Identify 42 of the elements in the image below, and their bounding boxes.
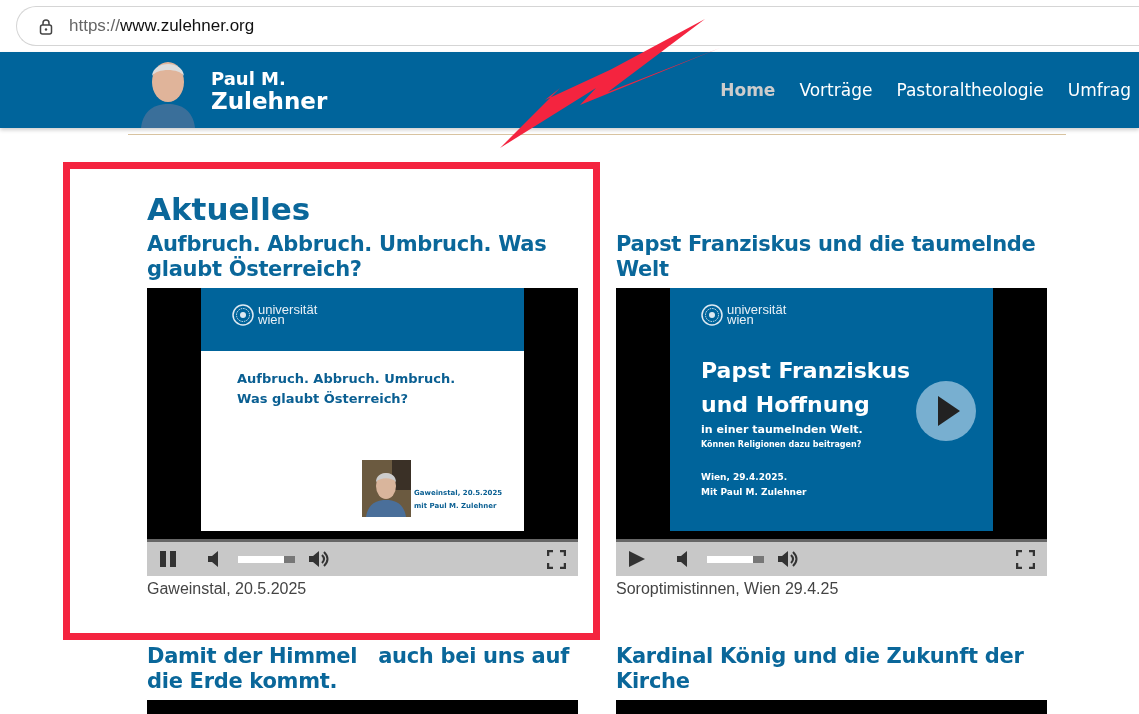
volume-slider[interactable] bbox=[707, 555, 764, 563]
fullscreen-icon[interactable] bbox=[1016, 549, 1035, 569]
brand-text: universität bbox=[258, 305, 318, 315]
video-caption: Gaweinstal, 20.5.2025 bbox=[147, 580, 308, 598]
post-title[interactable]: Aufbruch. Abbruch. Umbruch. Was glaubt Österreich? bbox=[147, 232, 578, 282]
play-icon[interactable] bbox=[627, 549, 647, 569]
fullscreen-icon[interactable] bbox=[547, 549, 566, 569]
brand-text: universität bbox=[727, 305, 787, 315]
address-bar[interactable]: https://www.zulehner.org bbox=[16, 6, 1139, 46]
url-text: https://www.zulehner.org bbox=[69, 16, 255, 36]
slide-title: Papst Franziskus bbox=[701, 357, 911, 385]
play-icon[interactable] bbox=[916, 381, 976, 441]
video-player[interactable]: universität wien Papst Franziskus und Hoffnung in einer taumelnden Welt. Können Religionen dazu beitragen? Wien, 29.4.2025. Mit Paul M. Zulehner bbox=[616, 288, 1047, 539]
slide-caption: Wien, 29.4.2025. bbox=[701, 471, 789, 484]
seal-icon bbox=[701, 304, 723, 326]
slide-subtitle: Können Religionen dazu beitragen? bbox=[701, 439, 863, 451]
logo-surname[interactable]: Zulehner bbox=[211, 89, 328, 114]
logo-name[interactable]: Paul M. bbox=[211, 69, 328, 89]
volume-icon[interactable] bbox=[777, 549, 799, 569]
mute-icon[interactable] bbox=[207, 549, 219, 569]
slide-title: Was glaubt Österreich? bbox=[237, 390, 410, 408]
slide-subtitle: in einer taumelnden Welt. bbox=[701, 422, 864, 438]
lock-icon bbox=[39, 17, 53, 35]
seal-icon bbox=[232, 304, 254, 326]
nav-link[interactable]: Vorträge bbox=[799, 80, 873, 100]
post-title[interactable]: Damit der Himmel auch bei uns auf die Erde kommt. bbox=[147, 644, 578, 694]
brand-text: wien bbox=[258, 315, 286, 325]
post-title[interactable]: Kardinal König und die Zukunft der Kirche bbox=[616, 644, 1047, 694]
pause-icon[interactable] bbox=[158, 549, 178, 569]
nav-link[interactable]: Umfrag bbox=[1067, 80, 1131, 100]
post-title[interactable]: Papst Franziskus und die taumelnde Welt bbox=[616, 232, 1047, 282]
slide-title: und Hoffnung bbox=[701, 391, 870, 419]
nav-link[interactable]: Pastoraltheologie bbox=[896, 80, 1044, 100]
section-title: Aktuelles bbox=[147, 190, 312, 229]
nav-link[interactable]: Home bbox=[720, 80, 776, 100]
volume-slider[interactable] bbox=[238, 555, 295, 563]
slide-title: Aufbruch. Abbruch. Umbruch. bbox=[237, 370, 457, 388]
volume-icon[interactable] bbox=[308, 549, 330, 569]
video-caption: Soroptimistinnen, Wien 29.4.25 bbox=[616, 580, 840, 598]
mute-icon[interactable] bbox=[676, 549, 688, 569]
slide-caption: Mit Paul M. Zulehner bbox=[701, 486, 808, 499]
brand-text: wien bbox=[727, 315, 755, 325]
